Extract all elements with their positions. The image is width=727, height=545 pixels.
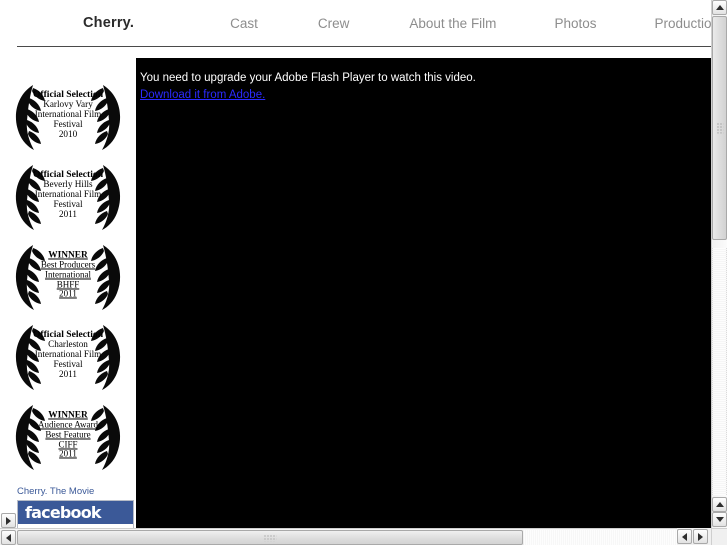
scroll-left-button-corner[interactable] — [677, 529, 692, 544]
award-badge: Official Selection Beverly Hills Interna… — [3, 155, 133, 235]
chevron-down-icon — [715, 517, 724, 522]
browser-page: Cherry. Cast Crew About the Film Photos … — [0, 0, 727, 545]
award-badge-text: Official Selection Beverly Hills Interna… — [22, 169, 114, 220]
scroll-down-button[interactable] — [712, 512, 727, 527]
facebook-page-name[interactable]: Cherry. The Movie — [17, 486, 134, 497]
scrollbar-grip-icon — [716, 122, 723, 134]
award-badge: WINNER Audience Award Best Feature CIFF … — [3, 395, 133, 475]
award-line: 2010 — [58, 129, 78, 140]
site-navbar: Cherry. Cast Crew About the Film Photos … — [0, 0, 711, 48]
awards-sidebar: Official Selection Karlovy Vary Internat… — [0, 48, 136, 528]
nav-item-cast[interactable]: Cast — [230, 16, 258, 31]
award-line: 2011 — [59, 448, 77, 459]
scroll-up-button[interactable] — [712, 0, 727, 15]
scroll-corner-buttons[interactable] — [677, 528, 711, 545]
award-badge: Official Selection Karlovy Vary Internat… — [3, 75, 133, 155]
facebook-widget-frame[interactable]: facebook — [17, 500, 134, 528]
download-flash-link[interactable]: Download it from Adobe. — [140, 89, 265, 101]
chevron-up-icon — [715, 5, 724, 10]
flash-upgrade-notice: You need to upgrade your Adobe Flash Pla… — [140, 72, 680, 103]
scroll-down-button-upper[interactable] — [712, 497, 727, 512]
page-content: Official Selection Karlovy Vary Internat… — [0, 48, 711, 528]
award-badge-text: Official Selection Karlovy Vary Internat… — [22, 89, 114, 140]
chevron-right-icon — [698, 532, 703, 541]
chevron-left-icon — [6, 533, 11, 542]
flash-upgrade-message: You need to upgrade your Adobe Flash Pla… — [140, 72, 476, 84]
award-badge: Official Selection Charleston Internatio… — [3, 315, 133, 395]
chevron-left-icon — [682, 532, 687, 541]
scroll-right-button-corner[interactable] — [693, 529, 708, 544]
award-badge-text: WINNER Audience Award Best Feature CIFF … — [22, 410, 114, 459]
chevron-up-icon — [715, 502, 724, 507]
award-line: 2011 — [58, 369, 78, 380]
scroll-left-button[interactable] — [1, 530, 16, 545]
nav-item-photos[interactable]: Photos — [554, 16, 596, 31]
vertical-scrollbar[interactable] — [711, 0, 727, 528]
vertical-scrollbar-thumb[interactable] — [712, 16, 727, 240]
resize-grip-button[interactable] — [1, 513, 16, 528]
page-viewport: Cherry. Cast Crew About the Film Photos … — [0, 0, 711, 528]
facebook-logo: facebook — [25, 503, 102, 522]
facebook-like-box[interactable]: Cherry. The Movie facebook — [17, 486, 134, 528]
award-badge: WINNER Best Producers International BHFF… — [3, 235, 133, 315]
horizontal-scrollbar[interactable] — [0, 528, 711, 545]
scrollbar-grip-icon — [263, 534, 277, 541]
navbar-inner: Cherry. Cast Crew About the Film Photos … — [17, 0, 711, 47]
nav-item-crew[interactable]: Crew — [318, 16, 350, 31]
award-badge-text: Official Selection Charleston Internatio… — [22, 329, 114, 380]
award-line: 2011 — [59, 288, 77, 299]
facebook-widget-header: facebook — [18, 501, 133, 524]
award-badge-text: WINNER Best Producers International BHFF… — [22, 250, 114, 299]
horizontal-scrollbar-thumb[interactable] — [17, 530, 523, 545]
award-line: 2011 — [58, 209, 78, 220]
nav-item-about-the-film[interactable]: About the Film — [409, 16, 496, 31]
nav-item-production-notes[interactable]: Production Notes — [654, 16, 711, 31]
site-brand[interactable]: Cherry. — [83, 15, 134, 31]
video-player-area[interactable]: You need to upgrade your Adobe Flash Pla… — [136, 58, 711, 528]
scrollbar-corner — [711, 528, 727, 545]
chevron-right-icon — [6, 516, 11, 525]
vertical-scrollbar-track[interactable] — [712, 248, 727, 495]
